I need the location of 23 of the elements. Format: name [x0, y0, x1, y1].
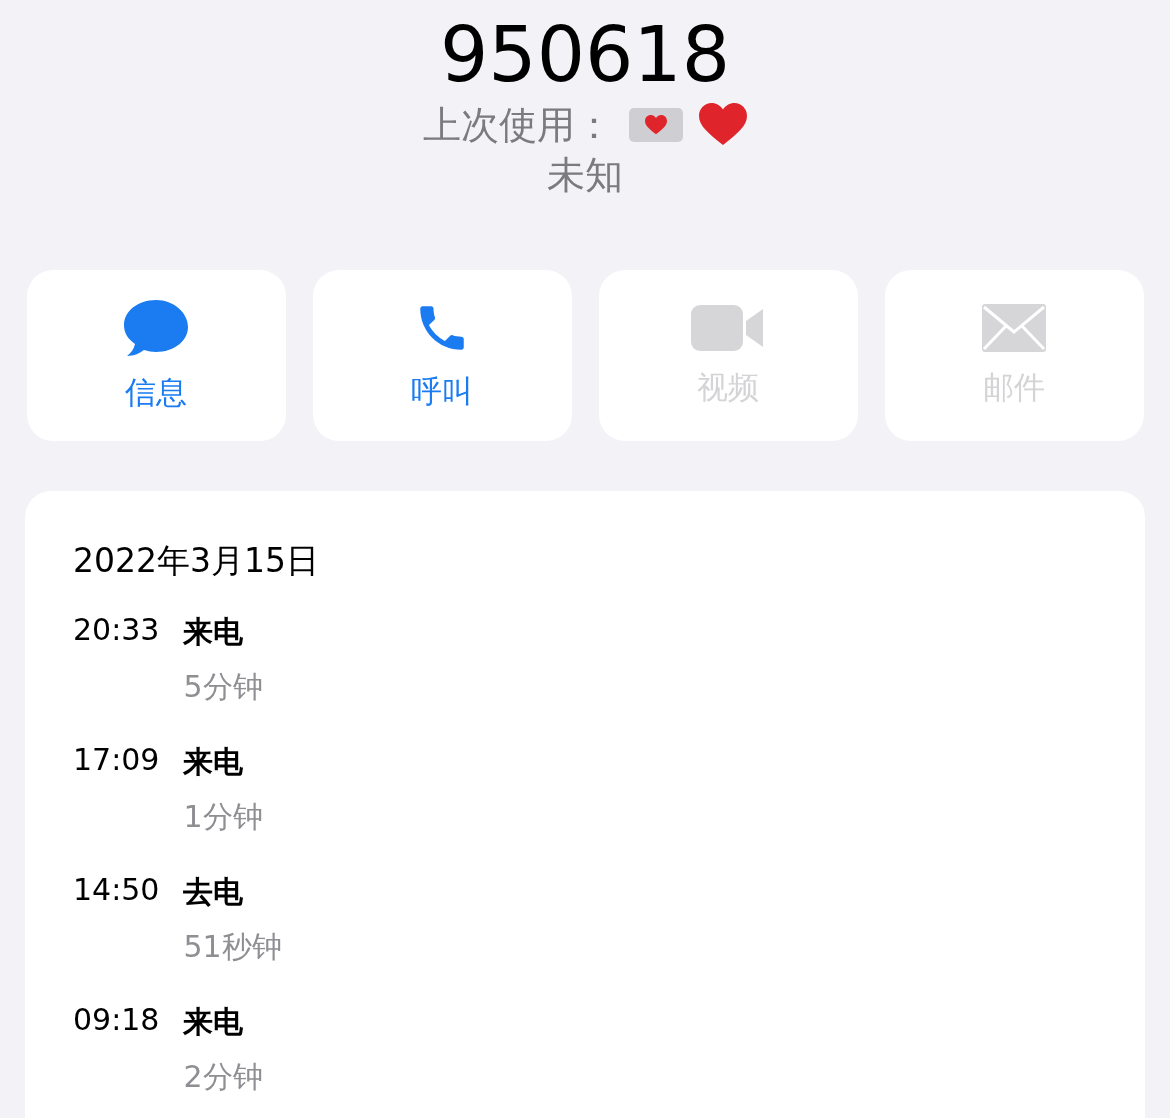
call-type: 来电: [183, 1003, 245, 1041]
call-duration: 2分钟: [183, 1058, 264, 1096]
call-type: 去电: [183, 873, 245, 911]
envelope-icon: [981, 302, 1047, 353]
call-time: 14:50: [73, 872, 160, 909]
heart-icon: [645, 115, 667, 135]
call-duration: 1分钟: [183, 798, 264, 836]
call-time: 20:33: [73, 612, 160, 649]
speech-bubble-icon: [122, 297, 190, 358]
call-type: 来电: [183, 743, 245, 781]
contact-subtitle: 未知: [547, 152, 623, 199]
heart-icon: [699, 103, 747, 147]
call-duration: 51秒钟: [183, 928, 283, 966]
call-type: 来电: [183, 613, 245, 651]
call-date: 2022年3月15日: [73, 540, 320, 582]
video-camera-icon: [691, 302, 765, 353]
call-duration: 5分钟: [183, 668, 264, 706]
call-time: 17:09: [73, 742, 160, 779]
call-button[interactable]: 呼叫: [312, 270, 572, 441]
call-time: 09:18: [73, 1002, 160, 1039]
contact-name: 950618: [439, 12, 731, 98]
last-used-label: 上次使用：: [423, 102, 613, 149]
message-button[interactable]: 信息: [26, 270, 286, 441]
